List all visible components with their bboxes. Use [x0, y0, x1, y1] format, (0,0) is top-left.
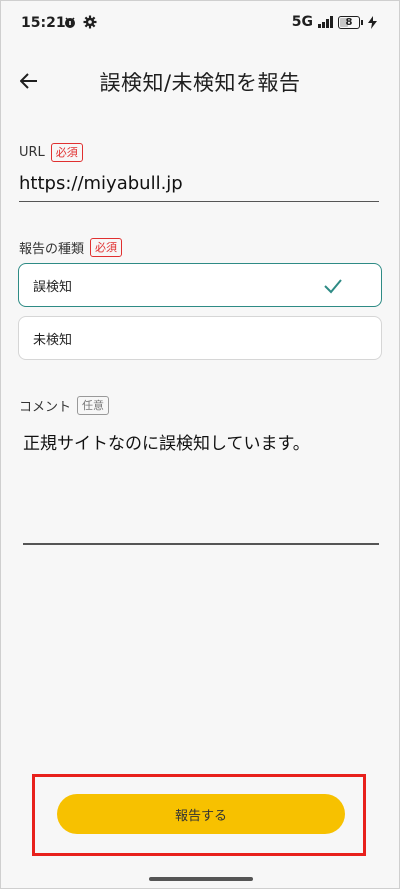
- optional-badge: 任意: [77, 396, 110, 415]
- status-time: 15:21: [21, 15, 66, 31]
- submit-report-button[interactable]: 報告する: [57, 794, 345, 834]
- option-false-positive[interactable]: 誤検知: [18, 263, 382, 307]
- comment-label: コメント: [19, 400, 72, 415]
- url-label-row: URL 必須: [19, 143, 83, 162]
- option-label: 誤検知: [33, 279, 73, 295]
- report-type-label-row: 報告の種類 必須: [19, 238, 123, 257]
- option-false-negative[interactable]: 未検知: [18, 316, 382, 360]
- app-bar: 誤検知/未検知を報告: [1, 51, 399, 111]
- network-type: 5G: [291, 14, 313, 30]
- option-label: 未検知: [33, 332, 73, 348]
- required-badge: 必須: [90, 238, 123, 257]
- home-indicator[interactable]: [149, 877, 253, 881]
- battery-level: 8: [345, 16, 353, 28]
- comment-label-row: コメント 任意: [19, 396, 110, 415]
- screen: 15:21 5G 8 誤検知/未検知を報告 URL 必須 https://miy…: [0, 0, 400, 889]
- checkmark-icon: [324, 279, 342, 294]
- status-bar: 15:21 5G 8: [1, 1, 399, 45]
- comment-textarea[interactable]: 正規サイトなのに誤検知しています。: [23, 429, 373, 454]
- status-right-group: 5G 8: [292, 14, 377, 30]
- report-type-label: 報告の種類: [19, 242, 85, 257]
- charging-icon: [368, 15, 377, 29]
- app-notification-icon: [65, 17, 75, 28]
- url-label: URL: [19, 145, 45, 160]
- page-title: 誤検知/未検知を報告: [99, 71, 301, 95]
- gear-icon: [83, 15, 97, 29]
- signal-icon: [318, 16, 333, 28]
- comment-underline: [23, 543, 379, 545]
- url-input[interactable]: [19, 173, 379, 194]
- url-field[interactable]: [19, 173, 379, 202]
- battery-icon: 8: [338, 15, 363, 29]
- required-badge: 必須: [50, 143, 83, 162]
